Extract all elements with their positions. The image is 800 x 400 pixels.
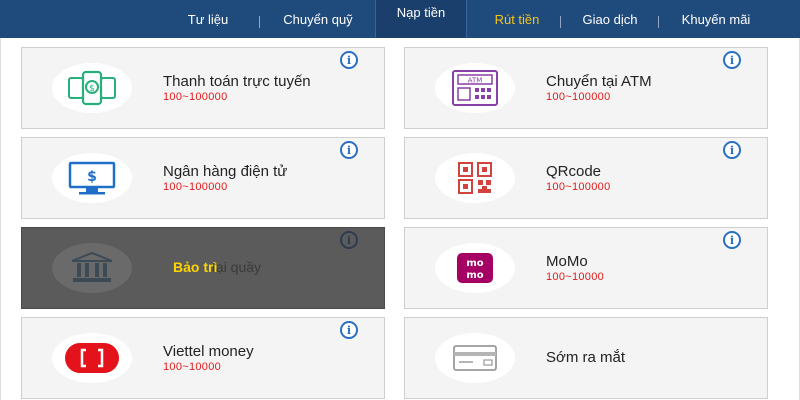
method-range: 100~10000: [546, 271, 605, 283]
top-nav: Tư liệu Chuyển quỹ Nạp tiền Rút tiền Gia…: [0, 0, 800, 44]
nav-tab-tu-lieu[interactable]: Tư liệu: [183, 10, 233, 30]
method-range: 100~100000: [163, 181, 228, 193]
nav-tab-chuyen-quy[interactable]: Chuyển quỹ: [272, 10, 364, 30]
icon-wrapper: [52, 333, 132, 383]
icon-wrapper: ATM: [435, 63, 515, 113]
deposit-method-coming-soon: Sớm ra mắt: [404, 317, 768, 399]
nav-tab-khuyen-mai[interactable]: Khuyến mãi: [668, 10, 764, 30]
nav-tab-nap-tien[interactable]: Nạp tiền: [380, 3, 462, 23]
svg-text:mo: mo: [466, 270, 483, 281]
info-icon[interactable]: i: [723, 51, 741, 69]
icon-wrapper: [435, 153, 515, 203]
deposit-methods-panel: $ Thanh toán trực tuyến 100~100000 i ATM: [0, 38, 800, 400]
method-title: Ngân hàng điện tử: [163, 163, 288, 180]
info-icon[interactable]: i: [723, 231, 741, 249]
method-range: 100~10000: [163, 361, 222, 373]
bank-counter-icon: [71, 251, 113, 282]
viettel-money-icon: [65, 343, 119, 373]
deposit-method-qrcode[interactable]: QRcode 100~100000 i: [404, 137, 768, 219]
nav-tab-giao-dich[interactable]: Giao dịch: [570, 10, 650, 30]
deposit-method-atm[interactable]: ATM Chuyển tại ATM 100~100000 i: [404, 47, 768, 129]
nav-separator: [259, 16, 260, 28]
svg-text:ATM: ATM: [468, 77, 483, 85]
info-icon[interactable]: i: [723, 141, 741, 159]
svg-text:$: $: [87, 169, 97, 185]
nav-tab-rut-tien[interactable]: Rút tiền: [482, 10, 552, 30]
qrcode-icon: [458, 162, 492, 194]
method-title: tại quầy: [212, 259, 262, 275]
info-icon[interactable]: i: [340, 321, 358, 339]
svg-text:$: $: [89, 84, 95, 94]
atm-icon: ATM: [452, 70, 498, 106]
method-title: MoMo: [546, 253, 588, 270]
method-title: Chuyển tại ATM: [546, 73, 652, 90]
e-banking-icon: $: [68, 161, 116, 195]
method-range: 100~100000: [546, 181, 611, 193]
icon-wrapper: [52, 243, 132, 293]
icon-wrapper: $: [52, 153, 132, 203]
method-range: 100~100000: [546, 91, 611, 103]
card-icon: [453, 345, 497, 371]
method-title: QRcode: [546, 163, 602, 180]
method-title: Viettel money: [163, 343, 254, 360]
deposit-method-online-payment[interactable]: $ Thanh toán trực tuyến 100~100000 i: [21, 47, 385, 129]
method-range: 100~100000: [163, 91, 228, 103]
online-payment-icon: $: [68, 70, 116, 106]
deposit-method-viettel-money[interactable]: Viettel money 100~10000 i: [21, 317, 385, 399]
svg-text:mo: mo: [466, 258, 483, 269]
method-title: Thanh toán trực tuyến: [163, 73, 311, 90]
method-title: Sớm ra mắt: [546, 349, 626, 366]
info-icon[interactable]: i: [340, 231, 358, 249]
nav-separator: [658, 16, 659, 28]
icon-wrapper: [435, 333, 515, 383]
info-icon[interactable]: i: [340, 51, 358, 69]
icon-wrapper: mo mo: [435, 243, 515, 293]
momo-icon: mo mo: [457, 253, 493, 283]
icon-wrapper: $: [52, 63, 132, 113]
info-icon[interactable]: i: [340, 141, 358, 159]
deposit-method-momo[interactable]: mo mo MoMo 100~10000 i: [404, 227, 768, 309]
nav-separator: [560, 16, 561, 28]
maintenance-badge: Bảo trì: [173, 259, 218, 275]
deposit-method-counter: tại quầy Bảo trì i: [21, 227, 385, 309]
deposit-method-e-banking[interactable]: $ Ngân hàng điện tử 100~100000 i: [21, 137, 385, 219]
